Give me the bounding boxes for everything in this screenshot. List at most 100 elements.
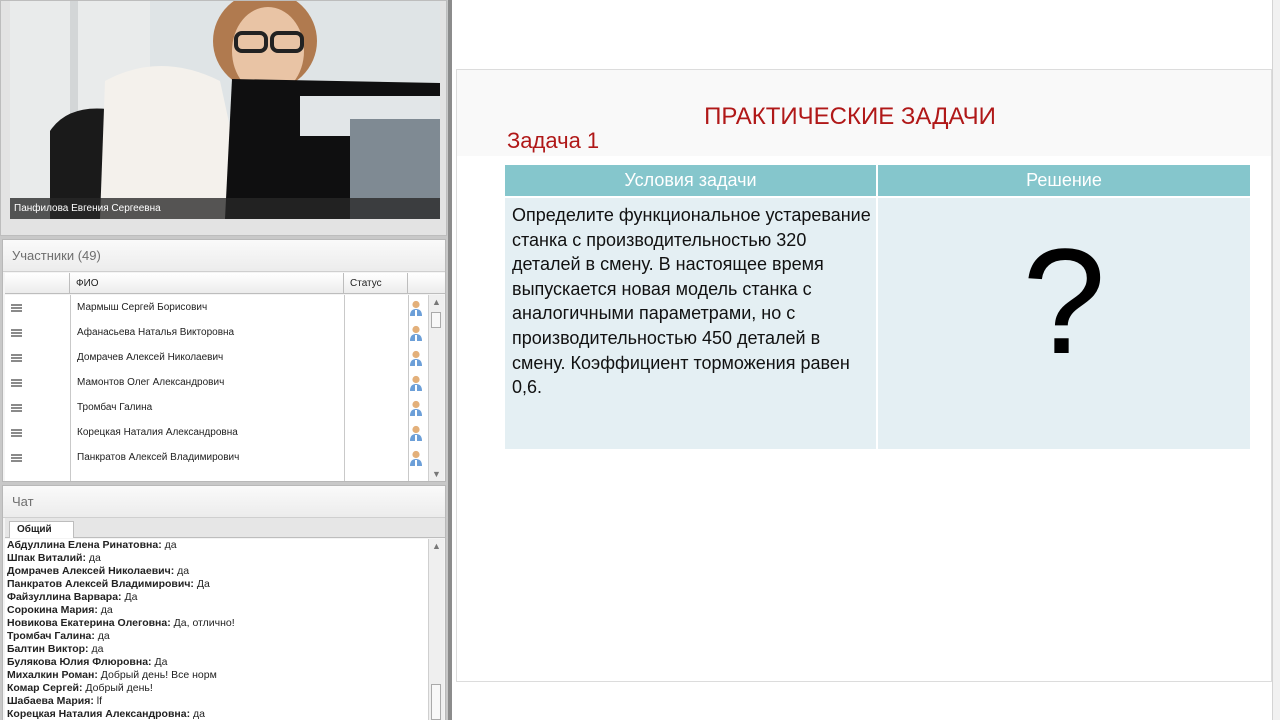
table-row[interactable]: Афанасьева Наталья Викторовна (5, 320, 429, 345)
user-icon (410, 425, 422, 441)
chat-message: Тромбач Галина: да (7, 630, 429, 643)
message-author: Тромбач Галина: (7, 630, 95, 642)
webcam-video: Панфилова Евгения Сергеевна (10, 1, 440, 219)
message-author: Абдуллина Елена Ринатовна: (7, 539, 162, 551)
chat-message: Балтин Виктор: да (7, 643, 429, 656)
slide-title: ПРАКТИЧЕСКИЕ ЗАДАЧИ (704, 103, 996, 130)
message-author: Сорокина Мария: (7, 604, 98, 616)
drag-handle-icon[interactable] (11, 329, 22, 337)
user-icon (410, 350, 422, 366)
chat-message: Файзуллина Варвара: Да (7, 591, 429, 604)
participant-name: Тромбач Галина (77, 402, 153, 413)
cell-solution: ? (878, 198, 1250, 449)
message-author: Шпак Виталий: (7, 552, 87, 564)
participant-name: Корецкая Наталия Александровна (77, 427, 238, 438)
message-text: Да (151, 656, 168, 668)
message-text: да (97, 604, 113, 616)
scroll-thumb[interactable] (431, 312, 441, 328)
column-handle-header (5, 273, 70, 294)
user-icon (410, 300, 422, 316)
task-label: Задача 1 (507, 128, 600, 153)
chat-title: Чат (3, 486, 445, 518)
participants-pod: Участники (49) ФИО Статус Мармыш Сергей … (2, 239, 446, 482)
column-divider (408, 295, 409, 481)
chat-message: Шабаева Мария: lf (7, 695, 429, 708)
solution-question-mark: ? (1022, 217, 1106, 385)
participant-name: Панкратов Алексей Владимирович (77, 452, 240, 463)
message-author: Комар Сергей: (7, 682, 83, 694)
table-row[interactable]: Мамонтов Олег Александрович (5, 370, 429, 395)
message-text: lf (93, 695, 103, 707)
drag-handle-icon[interactable] (11, 304, 22, 312)
user-icon (410, 400, 422, 416)
chat-pod: Чат Общий Абдуллина Елена Ринатовна: да … (2, 485, 446, 720)
share-scroll-edge (1272, 0, 1280, 720)
conditions-text: Определите функциональное устаревание ст… (512, 205, 871, 398)
drag-handle-icon[interactable] (11, 429, 22, 437)
participants-title: Участники (49) (3, 240, 445, 272)
presenter-video-frame (10, 1, 440, 219)
chat-message: Сорокина Мария: да (7, 604, 429, 617)
column-divider (70, 295, 71, 481)
message-text: да (174, 565, 190, 577)
chat-message: Булякова Юлия Флюровна: Да (7, 656, 429, 669)
presenter-name: Панфилова Евгения Сергеевна (10, 198, 440, 219)
participant-name: Афанасьева Наталья Викторовна (77, 327, 235, 338)
message-text: Да (193, 578, 210, 590)
column-header-fio[interactable]: ФИО (70, 273, 344, 294)
table-row[interactable]: Тромбач Галина (5, 395, 429, 420)
message-text: да (94, 630, 110, 642)
chat-message: Корецкая Наталия Александровна: да (7, 708, 429, 720)
message-author: Панкратов Алексей Владимирович: (7, 578, 194, 590)
message-author: Новикова Екатерина Олеговна: (7, 617, 171, 629)
header-solution: Решение (878, 165, 1250, 196)
chat-scrollbar[interactable]: ▲ (428, 539, 444, 720)
chat-tabbar: Общий (5, 518, 445, 538)
message-author: Домрачев Алексей Николаевич: (7, 565, 175, 577)
message-text: да (161, 539, 177, 551)
scroll-down-icon[interactable]: ▼ (429, 467, 444, 481)
drag-handle-icon[interactable] (11, 379, 22, 387)
scroll-up-icon[interactable]: ▲ (429, 295, 444, 309)
table-row[interactable]: Корецкая Наталия Александровна (5, 420, 429, 445)
message-author: Шабаева Мария: (7, 695, 94, 707)
participant-name: Домрачев Алексей Николаевич (77, 352, 224, 363)
message-text: да (190, 708, 205, 720)
drag-handle-icon[interactable] (11, 404, 22, 412)
message-author: Булякова Юлия Флюровна: (7, 656, 152, 668)
column-header-status[interactable]: Статус (344, 273, 408, 294)
chat-message: Михалкин Роман: Добрый день! Все норм (7, 669, 429, 682)
task-table: Условия задачи Решение Определите функци… (505, 165, 1250, 450)
chat-message: Домрачев Алексей Николаевич: да (7, 565, 429, 578)
message-text: да (88, 643, 104, 655)
table-row[interactable]: Панкратов Алексей Владимирович (5, 445, 429, 470)
table-row[interactable]: Мармыш Сергей Борисович (5, 295, 429, 320)
user-icon (410, 375, 422, 391)
column-divider (344, 295, 345, 481)
header-conditions: Условия задачи (505, 165, 876, 196)
scroll-up-icon[interactable]: ▲ (429, 539, 444, 553)
cell-conditions: Определите функциональное устаревание ст… (505, 198, 876, 449)
chat-message: Шпак Виталий: да (7, 552, 429, 565)
message-text: Да, отлично! (170, 617, 235, 629)
user-icon (410, 450, 422, 466)
table-row[interactable]: Домрачев Алексей Николаевич (5, 345, 429, 370)
tab-general[interactable]: Общий (9, 521, 74, 538)
presentation-slide: ПРАКТИЧЕСКИЕ ЗАДАЧИ Задача 1 Условия зад… (456, 69, 1272, 682)
message-author: Файзуллина Варвара: (7, 591, 122, 603)
message-text: да (86, 552, 101, 564)
participant-name: Мамонтов Олег Александрович (77, 377, 225, 388)
drag-handle-icon[interactable] (11, 454, 22, 462)
message-author: Балтин Виктор: (7, 643, 89, 655)
drag-handle-icon[interactable] (11, 354, 22, 362)
scroll-thumb[interactable] (431, 684, 441, 720)
participants-scrollbar[interactable]: ▲ ▼ (428, 295, 444, 481)
chat-message: Панкратов Алексей Владимирович: Да (7, 578, 429, 591)
video-pod: Панфилова Евгения Сергеевна (0, 0, 447, 236)
participants-grid-header: ФИО Статус (5, 273, 445, 294)
participant-name: Мармыш Сергей Борисович (77, 302, 208, 313)
chat-log: Абдуллина Елена Ринатовна: да Шпак Витал… (5, 539, 429, 720)
user-icon (410, 325, 422, 341)
chat-message: Комар Сергей: Добрый день! (7, 682, 429, 695)
message-author: Корецкая Наталия Александровна: (7, 708, 191, 720)
